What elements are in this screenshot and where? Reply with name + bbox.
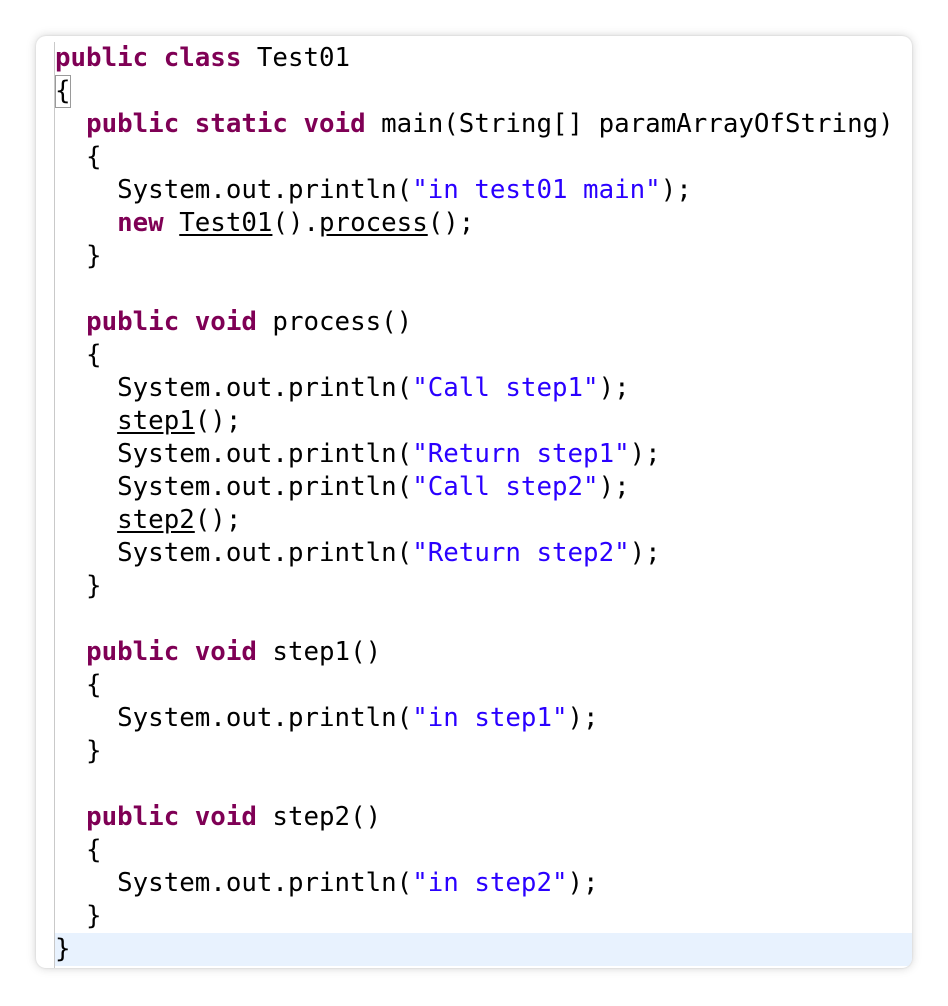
code-text: System.out.println( <box>55 175 413 205</box>
class-reference[interactable]: Test01 <box>179 208 272 238</box>
code-text: { <box>55 142 102 172</box>
code-text: } <box>55 901 102 931</box>
code-text: } <box>55 241 102 271</box>
code-line-5[interactable]: System.out.println("in test01 main"); <box>55 174 692 207</box>
code-line-6[interactable]: new Test01().process(); <box>55 207 474 240</box>
keyword: public void <box>86 802 257 832</box>
code-line-1[interactable]: public class Test01 <box>55 42 350 75</box>
code-text: ); <box>660 175 692 205</box>
keyword: public static void <box>86 109 366 139</box>
code-line-4[interactable]: { <box>55 141 102 174</box>
code-text: System.out.println( <box>55 703 413 733</box>
code-text: ); <box>629 538 661 568</box>
code-line-20[interactable]: { <box>55 669 102 702</box>
code-text: { <box>55 670 102 700</box>
string-literal: "Return step1" <box>412 439 630 469</box>
code-line-26[interactable]: System.out.println("in step2"); <box>55 867 599 900</box>
string-literal: "in test01 main" <box>412 175 661 205</box>
code-text: ); <box>629 439 661 469</box>
code-line-16[interactable]: System.out.println("Return step2"); <box>55 537 661 570</box>
code-line-3[interactable]: public static void main(String[] paramAr… <box>55 108 894 141</box>
code-line-2[interactable]: { <box>55 75 71 108</box>
code-text: main(String[] paramArrayOfString) <box>365 109 894 139</box>
code-text: { <box>55 835 102 865</box>
code-line-14[interactable]: System.out.println("Call step2"); <box>55 471 630 504</box>
code-text: } <box>55 571 102 601</box>
code-text: (); <box>427 208 475 238</box>
code-text: } <box>55 934 71 964</box>
code-line-10[interactable]: { <box>55 339 102 372</box>
code-line-19[interactable]: public void step1() <box>55 636 381 669</box>
code-text: ); <box>598 472 630 502</box>
method-reference[interactable]: step1 <box>117 406 195 436</box>
code-text: System.out.println( <box>55 538 413 568</box>
string-literal: "Call step2" <box>412 472 599 502</box>
code-text: { <box>55 340 102 370</box>
string-literal: "in step1" <box>412 703 568 733</box>
method-reference[interactable]: step2 <box>117 505 195 535</box>
code-text: (); <box>194 406 242 436</box>
code-line-27[interactable]: } <box>55 900 102 933</box>
code-text: step1() <box>256 637 382 667</box>
keyword: new <box>117 208 164 238</box>
code-text: System.out.println( <box>55 373 413 403</box>
keyword: public void <box>86 637 257 667</box>
code-line-17[interactable]: } <box>55 570 102 603</box>
current-line[interactable]: } <box>55 933 912 966</box>
keyword: public class <box>55 43 242 73</box>
code-line-25[interactable]: { <box>55 834 102 867</box>
code-text: System.out.println( <box>55 472 413 502</box>
keyword: public void <box>86 307 257 337</box>
code-line-22[interactable]: } <box>55 735 102 768</box>
matching-bracket-highlight: { <box>55 75 71 108</box>
code-line-15[interactable]: step2(); <box>55 504 241 537</box>
code-line-21[interactable]: System.out.println("in step1"); <box>55 702 599 735</box>
code-text: ); <box>598 373 630 403</box>
code-line-11[interactable]: System.out.println("Call step1"); <box>55 372 630 405</box>
code-text: process() <box>256 307 413 337</box>
code-text: System.out.println( <box>55 868 413 898</box>
code-text: step2() <box>256 802 382 832</box>
code-editor-window: public class Test01 { public static void… <box>36 36 912 968</box>
code-line-7[interactable]: } <box>55 240 102 273</box>
string-literal: "Return step2" <box>412 538 630 568</box>
code-line-12[interactable]: step1(); <box>55 405 241 438</box>
code-text: (); <box>194 505 242 535</box>
code-editor[interactable]: public class Test01 { public static void… <box>54 42 912 968</box>
code-text: ); <box>567 703 599 733</box>
code-text: ); <box>567 868 599 898</box>
code-text: System.out.println( <box>55 439 413 469</box>
string-literal: "in step2" <box>412 868 568 898</box>
code-text: } <box>55 736 102 766</box>
code-text: (). <box>272 208 320 238</box>
string-literal: "Call step1" <box>412 373 599 403</box>
code-line-24[interactable]: public void step2() <box>55 801 381 834</box>
code-line-13[interactable]: System.out.println("Return step1"); <box>55 438 661 471</box>
method-reference[interactable]: process <box>319 208 428 238</box>
code-line-9[interactable]: public void process() <box>55 306 412 339</box>
code-text: Test01 <box>241 43 351 73</box>
